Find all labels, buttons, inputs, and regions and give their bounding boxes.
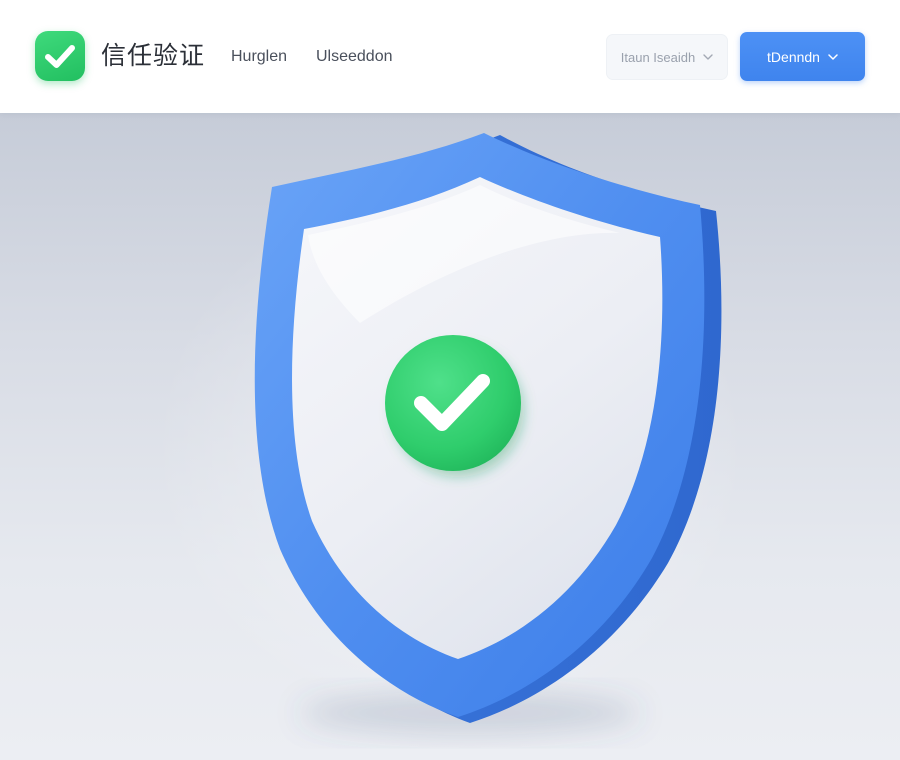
primary-dropdown-button[interactable]: tDenndn	[740, 32, 865, 81]
chevron-down-icon	[703, 53, 713, 61]
chevron-down-icon	[828, 53, 838, 61]
logo-check-icon[interactable]	[35, 31, 85, 81]
primary-dropdown-label: tDenndn	[767, 48, 820, 65]
page: 信任验证 Hurglen Ulseeddon Itaun Iseaidh tDe…	[0, 0, 900, 760]
nav-link-2[interactable]: Ulseeddon	[316, 47, 393, 67]
shield-check-icon	[0, 113, 900, 760]
hero-section	[0, 113, 900, 760]
brand-title: 信任验证	[101, 41, 206, 70]
select-dropdown-label: Itaun Iseaidh	[620, 49, 696, 65]
select-dropdown-button[interactable]: Itaun Iseaidh	[606, 34, 728, 80]
nav-link-1[interactable]: Hurglen	[231, 47, 287, 67]
top-navbar: 信任验证 Hurglen Ulseeddon Itaun Iseaidh tDe…	[0, 0, 900, 113]
